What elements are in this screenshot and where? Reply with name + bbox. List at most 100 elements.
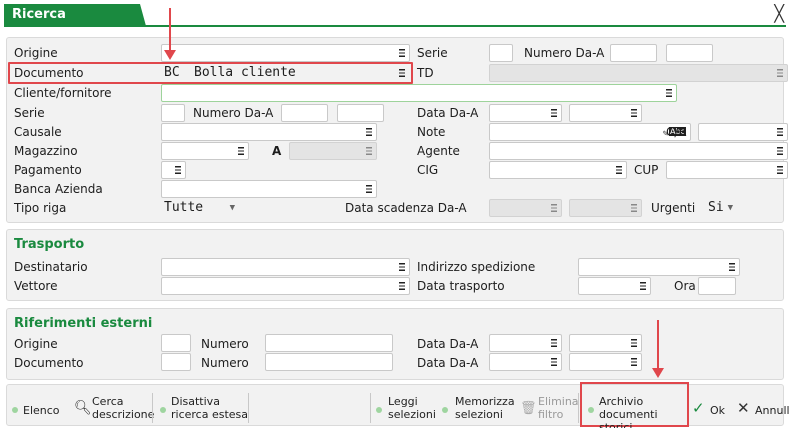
- cerca-label-1: Cerca: [92, 395, 124, 408]
- close-icon[interactable]: ╳: [774, 5, 784, 23]
- hamburger-icon[interactable]: [631, 358, 637, 366]
- rif-origine-data-to[interactable]: [569, 334, 642, 352]
- ok-label: Ok: [710, 404, 726, 417]
- cig-field[interactable]: [489, 161, 627, 179]
- data-to-field[interactable]: [569, 104, 642, 122]
- data-trasporto-label: Data trasporto: [417, 279, 505, 293]
- disattiva-ricerca-button[interactable]: Disattiva ricerca estesa: [156, 394, 248, 424]
- hamburger-icon[interactable]: [777, 128, 783, 136]
- documento-code: BC: [164, 65, 180, 80]
- urgenti-label: Urgenti: [651, 201, 696, 215]
- annotation-arrow-line: [169, 8, 171, 52]
- cerca-label-2: descrizione: [92, 408, 155, 421]
- hamburger-icon[interactable]: [631, 339, 637, 347]
- hamburger-icon[interactable]: [238, 147, 244, 155]
- cr-label: C/R: [666, 125, 687, 139]
- vettore-field[interactable]: [161, 277, 410, 295]
- hamburger-icon[interactable]: [175, 166, 181, 174]
- rif-documento-data-to[interactable]: [569, 353, 642, 371]
- magazzino-label: Magazzino: [14, 144, 78, 158]
- tipo-riga-select[interactable]: Tutte ▼: [161, 199, 241, 217]
- hamburger-icon[interactable]: [551, 339, 557, 347]
- origine-label: Origine: [14, 46, 58, 60]
- documento-field[interactable]: BC Bolla cliente: [161, 64, 410, 82]
- hamburger-icon[interactable]: [631, 109, 637, 117]
- archivio-documenti-storici-button[interactable]: Archivio documenti storici: [584, 394, 686, 428]
- rif-documento-numero-field[interactable]: [265, 353, 393, 371]
- serie-field[interactable]: [161, 104, 185, 122]
- hamburger-icon[interactable]: [777, 147, 783, 155]
- urgenti-select[interactable]: Si ▼: [705, 199, 739, 217]
- hamburger-icon[interactable]: [729, 263, 735, 271]
- pagamento-field[interactable]: [161, 161, 186, 179]
- data-trasporto-field[interactable]: [578, 277, 651, 295]
- causale-field[interactable]: [161, 123, 377, 141]
- disattiva-label-2: ricerca estesa: [171, 408, 249, 421]
- agente-field[interactable]: [489, 142, 788, 160]
- serie-top-field[interactable]: [489, 44, 513, 62]
- hamburger-icon[interactable]: [399, 282, 405, 290]
- numero-top-to-field[interactable]: [666, 44, 713, 62]
- hamburger-icon[interactable]: [399, 69, 405, 77]
- cup-field[interactable]: [666, 161, 788, 179]
- numero-top-label: Numero Da-A: [524, 46, 605, 60]
- data-scadenza-label: Data scadenza Da-A: [345, 201, 467, 215]
- rif-documento-data-from[interactable]: [489, 353, 562, 371]
- cr-field[interactable]: [698, 123, 788, 141]
- elimina-filtro-button[interactable]: 🗑︎ Elimina filtro: [518, 394, 579, 424]
- rif-documento-field[interactable]: [161, 353, 191, 371]
- origine-field[interactable]: [161, 44, 410, 62]
- toolbar-separator: [370, 393, 371, 423]
- hamburger-icon[interactable]: [551, 358, 557, 366]
- ok-button[interactable]: ✓ Ok: [692, 399, 732, 421]
- memorizza-selezioni-button[interactable]: Memorizza selezioni: [438, 394, 515, 424]
- numero-from-field[interactable]: [281, 104, 328, 122]
- numero-top-from-field[interactable]: [610, 44, 657, 62]
- hamburger-icon[interactable]: [399, 263, 405, 271]
- memorizza-label-2: selezioni: [455, 408, 503, 421]
- toolbar-separator: [248, 393, 249, 423]
- annulla-button[interactable]: ✕ Annulla: [736, 399, 790, 421]
- cliente-field[interactable]: [161, 84, 677, 102]
- check-icon: ✓: [692, 399, 705, 417]
- chevron-down-icon[interactable]: ▼: [728, 200, 733, 216]
- hamburger-icon[interactable]: [366, 185, 372, 193]
- chevron-down-icon[interactable]: ▼: [230, 200, 235, 216]
- banca-field[interactable]: [161, 180, 377, 198]
- hamburger-icon[interactable]: [616, 166, 622, 174]
- hamburger-icon[interactable]: [551, 109, 557, 117]
- ora-field[interactable]: [698, 277, 736, 295]
- hamburger-icon[interactable]: [399, 49, 405, 57]
- magazzino-field[interactable]: [161, 142, 249, 160]
- annulla-label: Annulla: [755, 404, 790, 417]
- destinatario-field[interactable]: [161, 258, 410, 276]
- rif-origine-data-label: Data Da-A: [417, 337, 479, 351]
- data-scadenza-to-field: [569, 199, 642, 217]
- elenco-button[interactable]: Elenco: [10, 399, 70, 421]
- hamburger-icon[interactable]: [666, 89, 672, 97]
- rif-origine-field[interactable]: [161, 334, 191, 352]
- data-from-field[interactable]: [489, 104, 562, 122]
- rif-documento-label: Documento: [14, 356, 84, 370]
- leggi-selezioni-button[interactable]: Leggi selezioni: [374, 394, 436, 424]
- hamburger-icon: [631, 204, 637, 212]
- cerca-descrizione-button[interactable]: 🔍︎ Cerca descrizione: [70, 394, 155, 424]
- riferimenti-title: Riferimenti esterni: [14, 316, 153, 331]
- rif-origine-data-from[interactable]: [489, 334, 562, 352]
- numero-to-field[interactable]: [337, 104, 384, 122]
- hamburger-icon: [777, 69, 783, 77]
- annotation-arrow-head: [652, 368, 664, 378]
- disattiva-label-1: Disattiva: [171, 395, 220, 408]
- trasporto-title: Trasporto: [14, 237, 85, 252]
- note-field[interactable]: ✎ Abc: [489, 123, 691, 141]
- hamburger-icon[interactable]: [640, 282, 646, 290]
- serie-top-label: Serie: [417, 46, 448, 60]
- hamburger-icon[interactable]: [777, 166, 783, 174]
- hamburger-icon[interactable]: [366, 128, 372, 136]
- td-label: TD: [417, 66, 434, 80]
- elimina-label-2: filtro: [538, 408, 564, 421]
- indirizzo-field[interactable]: [578, 258, 740, 276]
- rif-origine-numero-field[interactable]: [265, 334, 393, 352]
- tipo-riga-value: Tutte: [164, 200, 204, 215]
- pagamento-label: Pagamento: [14, 163, 82, 177]
